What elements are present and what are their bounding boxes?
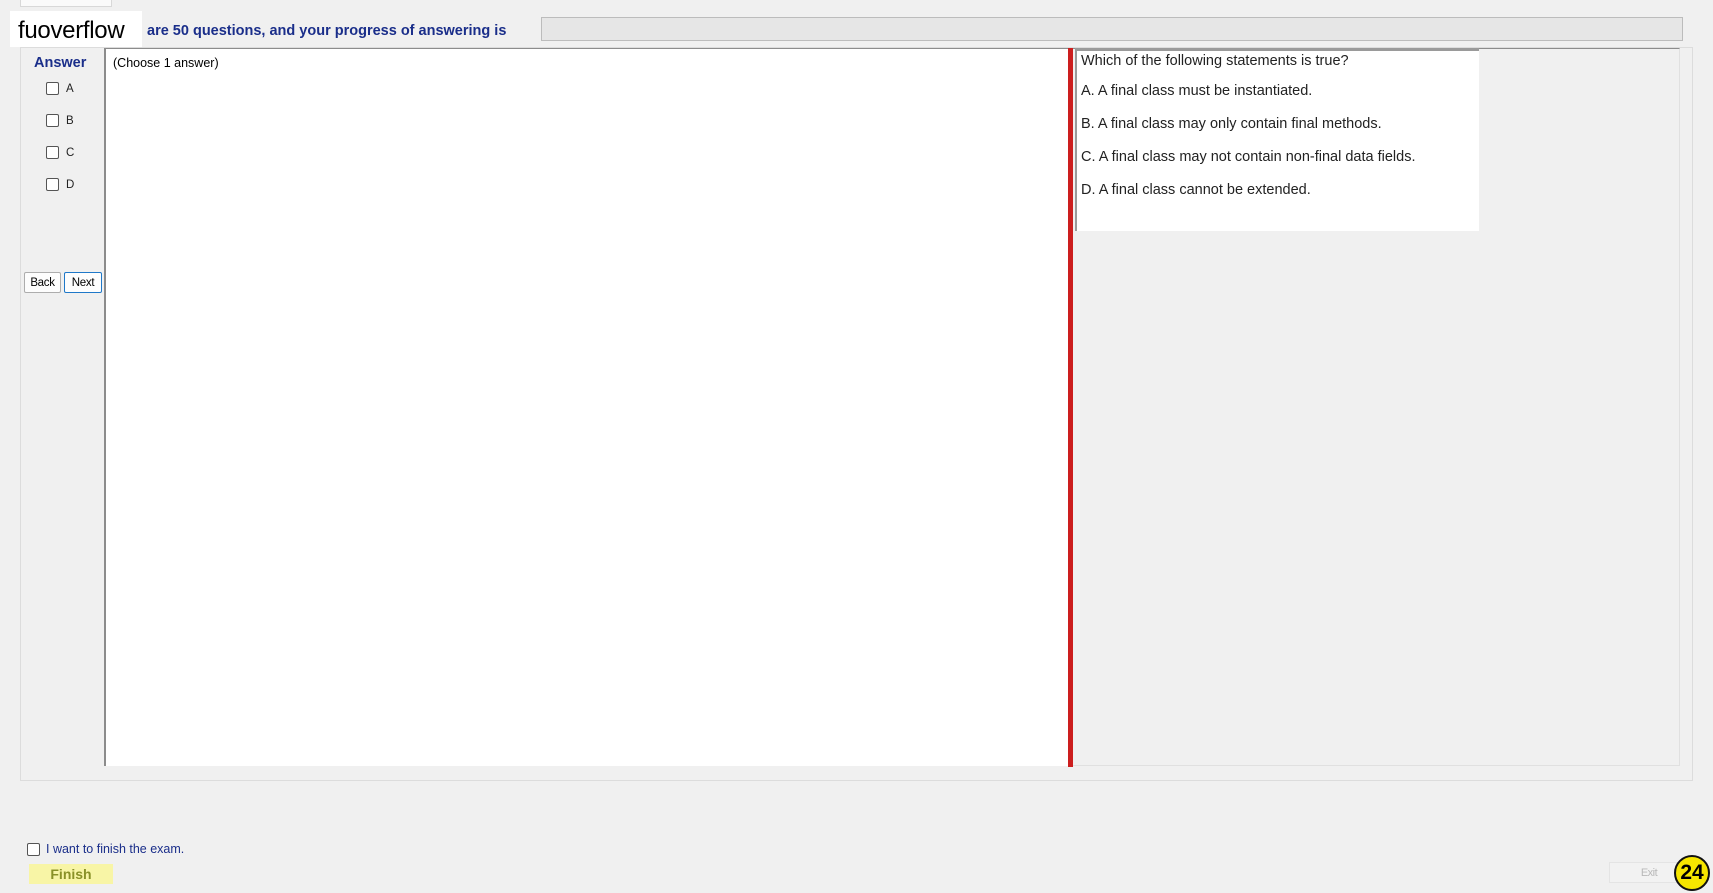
answer-option-c[interactable]: C xyxy=(46,146,74,159)
back-button[interactable]: Back xyxy=(24,272,61,293)
question-option-c: C. A final class may not contain non-fin… xyxy=(1081,149,1416,165)
checkbox-c[interactable] xyxy=(46,146,59,159)
checkbox-a[interactable] xyxy=(46,82,59,95)
finish-exam-checkbox[interactable]: I want to finish the exam. xyxy=(27,842,184,856)
question-text: Which of the following statements is tru… xyxy=(1081,53,1349,69)
checkbox-b[interactable] xyxy=(46,114,59,127)
answer-option-a[interactable]: A xyxy=(46,82,74,95)
page-number-badge: 24 xyxy=(1674,855,1710,891)
progress-text: are 50 questions, and your progress of a… xyxy=(147,23,507,39)
top-tab-strip xyxy=(20,0,112,7)
answer-option-label: C xyxy=(66,146,75,159)
answer-title: Answer xyxy=(34,55,87,71)
answer-option-d[interactable]: D xyxy=(46,178,74,191)
finish-checkbox[interactable] xyxy=(27,842,40,856)
instruction-panel: (Choose 1 answer) xyxy=(104,48,1070,766)
finish-button[interactable]: Finish xyxy=(29,864,113,884)
logo: fuoverflow xyxy=(10,11,142,47)
answer-option-label: D xyxy=(66,178,75,191)
checkbox-d[interactable] xyxy=(46,178,59,191)
question-box: Which of the following statements is tru… xyxy=(1075,48,1479,231)
instruction-text: (Choose 1 answer) xyxy=(113,56,219,70)
answer-option-b[interactable]: B xyxy=(46,114,74,127)
question-option-a: A. A final class must be instantiated. xyxy=(1081,83,1313,99)
finish-checkbox-label: I want to finish the exam. xyxy=(46,842,185,856)
progress-bar xyxy=(541,17,1683,41)
answer-option-label: B xyxy=(66,114,74,127)
question-option-b: B. A final class may only contain final … xyxy=(1081,116,1382,132)
answer-option-label: A xyxy=(66,82,74,95)
next-button[interactable]: Next xyxy=(64,272,102,293)
question-option-d: D. A final class cannot be extended. xyxy=(1081,182,1311,198)
